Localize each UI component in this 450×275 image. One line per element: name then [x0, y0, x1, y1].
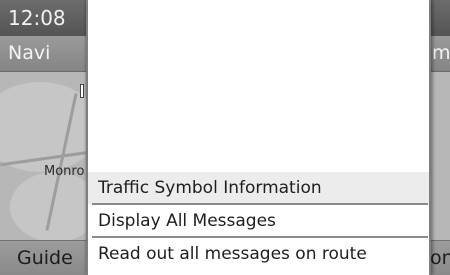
menu-item-read-out-all-messages[interactable]: Read out all messages on route: [88, 238, 429, 270]
map-place-label: Monro: [44, 164, 85, 179]
clock: 12:08: [8, 6, 66, 30]
navi-menu-item[interactable]: Navi: [8, 42, 50, 64]
menu-item-traffic-symbol-information[interactable]: Traffic Symbol Information: [88, 172, 429, 204]
bottom-right-button[interactable]: on: [430, 247, 450, 269]
guide-button[interactable]: Guide: [17, 247, 73, 269]
traffic-menu-panel: Traffic Symbol Information Display All M…: [86, 0, 431, 275]
navigation-screen: 12:08 Navi m Monro Guide on Traffic Symb…: [0, 0, 450, 275]
navi-menu-right-item[interactable]: m: [432, 42, 450, 64]
menu-item-display-all-messages[interactable]: Display All Messages: [88, 205, 429, 237]
map-position-marker: [80, 84, 84, 98]
